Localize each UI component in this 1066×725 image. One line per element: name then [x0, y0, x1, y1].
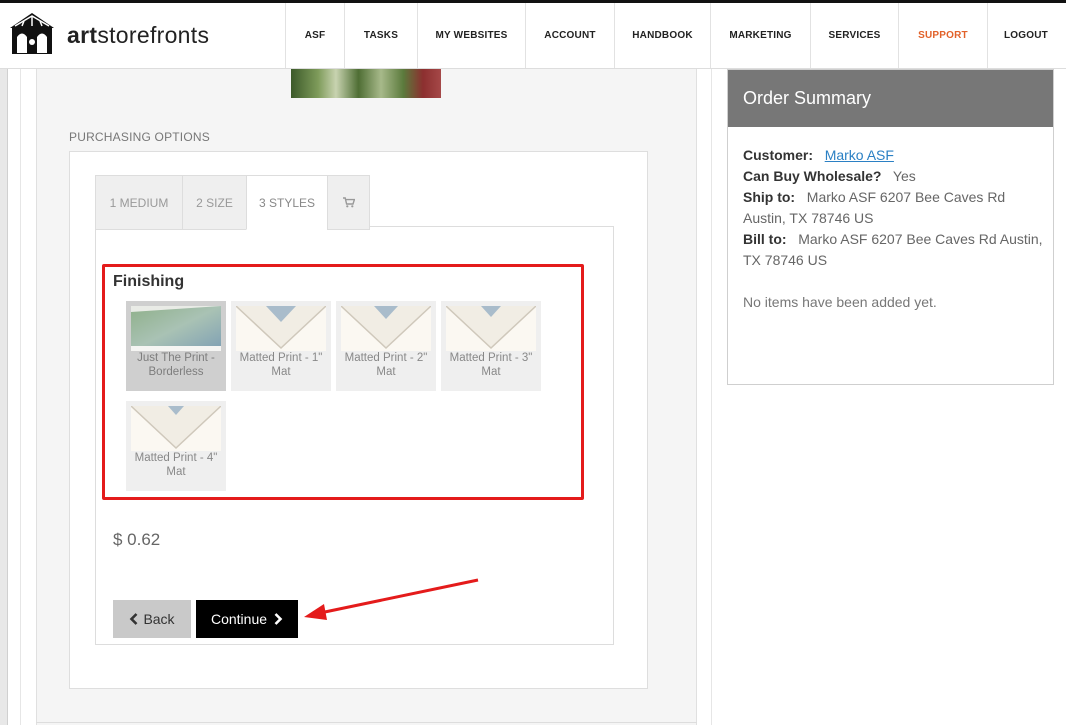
nav-item-my-websites[interactable]: MY WEBSITES [417, 3, 525, 68]
finish-option-label: Matted Print - 2" Mat [344, 352, 428, 378]
nav-item-marketing[interactable]: MARKETING [710, 3, 810, 68]
nav-item-services[interactable]: SERVICES [810, 3, 898, 68]
finish-option-3-inch-mat[interactable]: Matted Print - 3" Mat [441, 301, 541, 391]
nav-item-support[interactable]: SUPPORT [898, 3, 987, 68]
nav-item-handbook[interactable]: HANDBOOK [614, 3, 710, 68]
finishing-title: Finishing [113, 273, 185, 290]
card-bottom-divider [36, 722, 697, 723]
brand-wordmark[interactable]: artstorefronts [67, 22, 209, 49]
chevron-left-icon [130, 613, 138, 625]
summary-customer-row: Customer: Marko ASF [743, 145, 894, 166]
mat-3-thumbnail [446, 306, 536, 351]
mat-2-thumbnail [341, 306, 431, 351]
finish-option-4-inch-mat[interactable]: Matted Print - 4" Mat [126, 401, 226, 491]
finish-option-borderless[interactable]: Just The Print - Borderless [126, 301, 226, 391]
ship-label: Ship to: [743, 189, 796, 205]
continue-button[interactable]: Continue [196, 600, 298, 638]
chevron-right-icon [274, 613, 283, 625]
back-button-label: Back [143, 611, 175, 627]
main-nav: ASF TASKS MY WEBSITES ACCOUNT HANDBOOK M… [285, 3, 1064, 68]
brand-name-rest: storefronts [97, 22, 210, 48]
finish-option-2-inch-mat[interactable]: Matted Print - 2" Mat [336, 301, 436, 391]
summary-wholesale-row: Can Buy Wholesale? Yes [743, 166, 916, 187]
purchasing-options-label: PURCHASING OPTIONS [69, 130, 210, 144]
customer-link[interactable]: Marko ASF [825, 147, 894, 163]
finish-option-1-inch-mat[interactable]: Matted Print - 1" Mat [231, 301, 331, 391]
finish-option-label: Just The Print - Borderless [137, 352, 215, 378]
finish-option-label: Matted Print - 4" Mat [134, 452, 218, 478]
cart-icon [342, 197, 355, 208]
artwork-image [291, 69, 441, 98]
left-page-strip [0, 69, 8, 725]
borderless-thumbnail [131, 306, 221, 351]
continue-button-label: Continue [210, 611, 268, 627]
tab-medium[interactable]: 1 MEDIUM [95, 175, 182, 230]
tab-size[interactable]: 2 SIZE [182, 175, 246, 230]
summary-ship-row: Ship to: Marko ASF 6207 Bee Caves Rd Aus… [743, 187, 1043, 229]
brand-name-bold: art [67, 22, 98, 48]
tab-styles[interactable]: 3 STYLES [246, 175, 327, 230]
wholesale-value: Yes [892, 168, 916, 184]
wholesale-label: Can Buy Wholesale? [743, 168, 882, 184]
summary-empty-message: No items have been added yet. [743, 294, 937, 310]
finish-option-label: Matted Print - 1" Mat [239, 352, 323, 378]
price-display: $ 0.62 [113, 530, 161, 549]
customer-label: Customer: [743, 147, 814, 163]
top-header: artstorefronts ASF TASKS MY WEBSITES ACC… [0, 0, 1066, 69]
order-summary-title: Order Summary [743, 88, 872, 108]
back-button[interactable]: Back [113, 600, 191, 638]
purchasing-tabs: 1 MEDIUM 2 SIZE 3 STYLES [95, 175, 370, 230]
tab-cart[interactable] [327, 175, 370, 230]
mat-4-thumbnail [131, 406, 221, 451]
nav-item-account[interactable]: ACCOUNT [525, 3, 614, 68]
nav-item-logout[interactable]: LOGOUT [987, 3, 1064, 68]
nav-item-tasks[interactable]: TASKS [344, 3, 417, 68]
nav-item-asf[interactable]: ASF [285, 3, 344, 68]
mat-1-thumbnail [236, 306, 326, 351]
finish-option-label: Matted Print - 3" Mat [449, 352, 533, 378]
summary-bill-row: Bill to: Marko ASF 6207 Bee Caves Rd Aus… [743, 229, 1043, 271]
artstorefronts-logo-icon[interactable] [6, 10, 58, 58]
bill-label: Bill to: [743, 231, 787, 247]
bill-address: Marko ASF 6207 Bee Caves Rd Austin, TX 7… [743, 231, 1043, 268]
